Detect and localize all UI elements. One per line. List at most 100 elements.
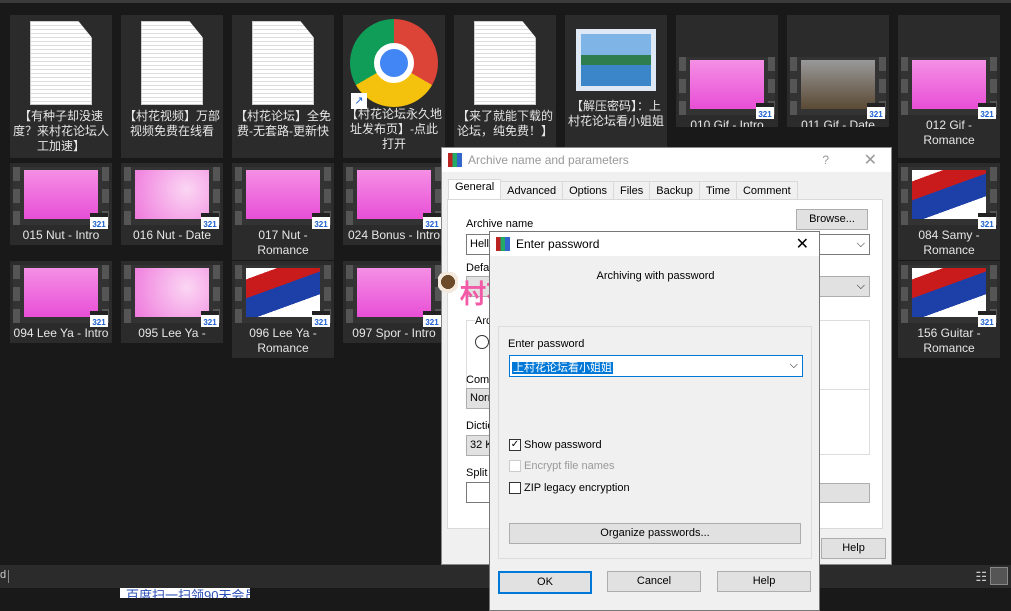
show-password-label: Show password xyxy=(524,439,602,451)
format-radio[interactable] xyxy=(475,335,489,349)
video-thumbnail xyxy=(912,60,986,109)
password-value: 上村花论坛看小姐姐 xyxy=(512,362,613,374)
text-document-icon xyxy=(252,21,314,105)
cancel-button[interactable]: Cancel xyxy=(607,571,701,592)
media-player-badge-icon: 321 xyxy=(90,213,108,229)
zip-legacy-label: ZIP legacy encryption xyxy=(524,482,630,494)
file-tile[interactable]: 【有种子却没速度？来村花论坛人工加速】 xyxy=(10,15,112,158)
default-profile-label: Defa xyxy=(466,262,490,274)
file-label: 【有种子却没速度？来村花论坛人工加速】 xyxy=(13,109,110,153)
video-thumbnail xyxy=(24,268,98,317)
media-player-badge-icon: 321 xyxy=(423,213,441,229)
video-thumbnail xyxy=(246,170,320,219)
file-tile[interactable]: 321 016 Nut - Date xyxy=(121,163,223,245)
show-password-checkbox[interactable]: ✓ Show password xyxy=(509,439,602,451)
tab-files[interactable]: Files xyxy=(613,181,651,200)
close-icon[interactable]: ✕ xyxy=(864,150,877,170)
file-tile[interactable]: 【来了就能下载的论坛，纯免费！】 xyxy=(454,15,556,158)
file-tile[interactable]: 321 156 Guitar - Romance xyxy=(898,261,1000,358)
chevron-down-icon[interactable]: ⌵ xyxy=(857,238,865,251)
winrar-icon xyxy=(496,237,510,251)
encrypt-file-names-checkbox[interactable]: Encrypt file names xyxy=(509,460,614,472)
large-icons-view-icon[interactable] xyxy=(990,567,1008,585)
video-thumbnail xyxy=(135,268,209,317)
encrypt-file-names-label: Encrypt file names xyxy=(524,460,615,472)
zip-legacy-checkbox[interactable]: ZIP legacy encryption xyxy=(509,482,630,494)
video-thumbnail xyxy=(690,60,764,109)
text-document-icon xyxy=(141,21,203,105)
file-tile[interactable]: ↗ 【村花论坛永久地址发布页】-点此打开 xyxy=(343,15,445,158)
ad-text: 百度扫一扫领90天会员 xyxy=(126,588,250,598)
tab-time[interactable]: Time xyxy=(698,181,737,200)
chevron-down-icon[interactable]: ⌵ xyxy=(790,359,798,372)
file-tile[interactable]: 321 015 Nut - Intro xyxy=(10,163,112,245)
tab-backup[interactable]: Backup xyxy=(649,181,700,200)
password-dialog-titlebar[interactable]: Enter password ✕ xyxy=(490,232,819,256)
video-file-icon: 321 xyxy=(235,265,331,327)
chevron-down-icon: ⌵ xyxy=(856,280,865,292)
media-player-badge-icon: 321 xyxy=(201,311,219,327)
video-thumbnail xyxy=(246,268,320,317)
file-tile[interactable]: 【村花论坛】全免费-无套路-更新快 xyxy=(232,15,334,158)
organize-passwords-button[interactable]: Organize passwords... xyxy=(509,523,801,544)
file-tile[interactable]: 321 011 Gif - Date xyxy=(787,15,889,127)
file-tile[interactable]: 321 017 Nut - Romance xyxy=(232,163,334,260)
media-player-badge-icon: 321 xyxy=(423,311,441,327)
tab-advanced[interactable]: Advanced xyxy=(500,181,564,200)
divider xyxy=(8,570,9,583)
media-player-badge-icon: 321 xyxy=(867,103,885,119)
ad-banner[interactable]: 百度扫一扫领90天会员 xyxy=(120,588,250,598)
video-thumbnail xyxy=(357,268,431,317)
file-tile[interactable]: 【村花视频】万部视频免费在线看 xyxy=(121,15,223,158)
video-file-icon: 321 xyxy=(124,265,220,327)
media-player-badge-icon: 321 xyxy=(90,311,108,327)
video-file-icon: 321 xyxy=(124,167,220,229)
file-label: 【解压密码】：上村花论坛看小姐姐 xyxy=(568,99,665,128)
video-thumbnail xyxy=(912,170,986,219)
video-file-icon: 321 xyxy=(13,265,109,327)
file-label: 【来了就能下载的论坛，纯免费！】 xyxy=(457,109,554,138)
archive-name-label: Archive name xyxy=(466,218,534,230)
file-tile[interactable]: 321 084 Samy - Romance xyxy=(898,163,1000,260)
archive-help-button[interactable]: Help xyxy=(821,538,886,559)
video-file-icon: 321 xyxy=(901,167,997,229)
file-tile[interactable]: 321095 Lee Ya - Date xyxy=(121,261,223,343)
video-thumbnail xyxy=(357,170,431,219)
checkmark-icon: ✓ xyxy=(509,439,521,451)
tab-comment[interactable]: Comment xyxy=(735,181,798,200)
file-tile[interactable]: 321 094 Lee Ya - Intro xyxy=(10,261,112,343)
file-tile[interactable]: 321 024 Bonus - Intro xyxy=(343,163,445,245)
file-tile[interactable]: 【解压密码】：上村花论坛看小姐姐 xyxy=(565,15,667,158)
file-tile[interactable]: 321 096 Lee Ya - Romance xyxy=(232,261,334,358)
file-tile[interactable]: 321 012 Gif - Romance xyxy=(898,15,1000,158)
text-document-icon xyxy=(474,21,536,105)
video-thumbnail xyxy=(24,170,98,219)
media-player-badge-icon: 321 xyxy=(312,311,330,327)
image-file-icon xyxy=(576,29,656,91)
file-tile[interactable]: 321 097 Spor - Intro xyxy=(343,261,445,343)
video-thumbnail xyxy=(135,170,209,219)
tab-general[interactable]: General xyxy=(448,179,502,200)
text-document-icon xyxy=(30,21,92,105)
details-view-icon[interactable]: ☷ xyxy=(975,569,987,585)
file-label: 【村花视频】万部视频免费在线看 xyxy=(124,109,221,138)
enter-password-label: Enter password xyxy=(508,338,585,350)
password-help-button[interactable]: Help xyxy=(717,571,811,592)
tab-options[interactable]: Options xyxy=(562,181,614,200)
close-icon[interactable]: ✕ xyxy=(796,234,809,254)
password-group: Enter password 上村花论坛看小姐姐 ⌵ ✓ Show passwor… xyxy=(498,326,812,559)
media-player-badge-icon: 321 xyxy=(201,213,219,229)
password-input[interactable]: 上村花论坛看小姐姐 ⌵ xyxy=(509,355,803,377)
file-label: 【村花论坛】全免费-无套路-更新快 xyxy=(235,109,332,138)
video-file-icon: 321 xyxy=(346,167,442,229)
help-icon[interactable]: ? xyxy=(822,153,829,167)
video-file-icon: 321 xyxy=(679,57,775,119)
tab-bar: General Advanced Options Files Backup Time Com… xyxy=(448,179,798,200)
video-thumbnail xyxy=(912,268,986,317)
ok-button[interactable]: OK xyxy=(498,571,592,594)
media-player-badge-icon: 321 xyxy=(978,213,996,229)
archive-dialog-titlebar[interactable]: Archive name and parameters ? ✕ xyxy=(442,148,891,172)
browse-button[interactable]: Browse... xyxy=(796,209,868,230)
file-tile[interactable]: 321 010 Gif - Intro xyxy=(676,15,778,127)
file-label: 【村花论坛永久地址发布页】-点此打开 xyxy=(346,107,443,151)
